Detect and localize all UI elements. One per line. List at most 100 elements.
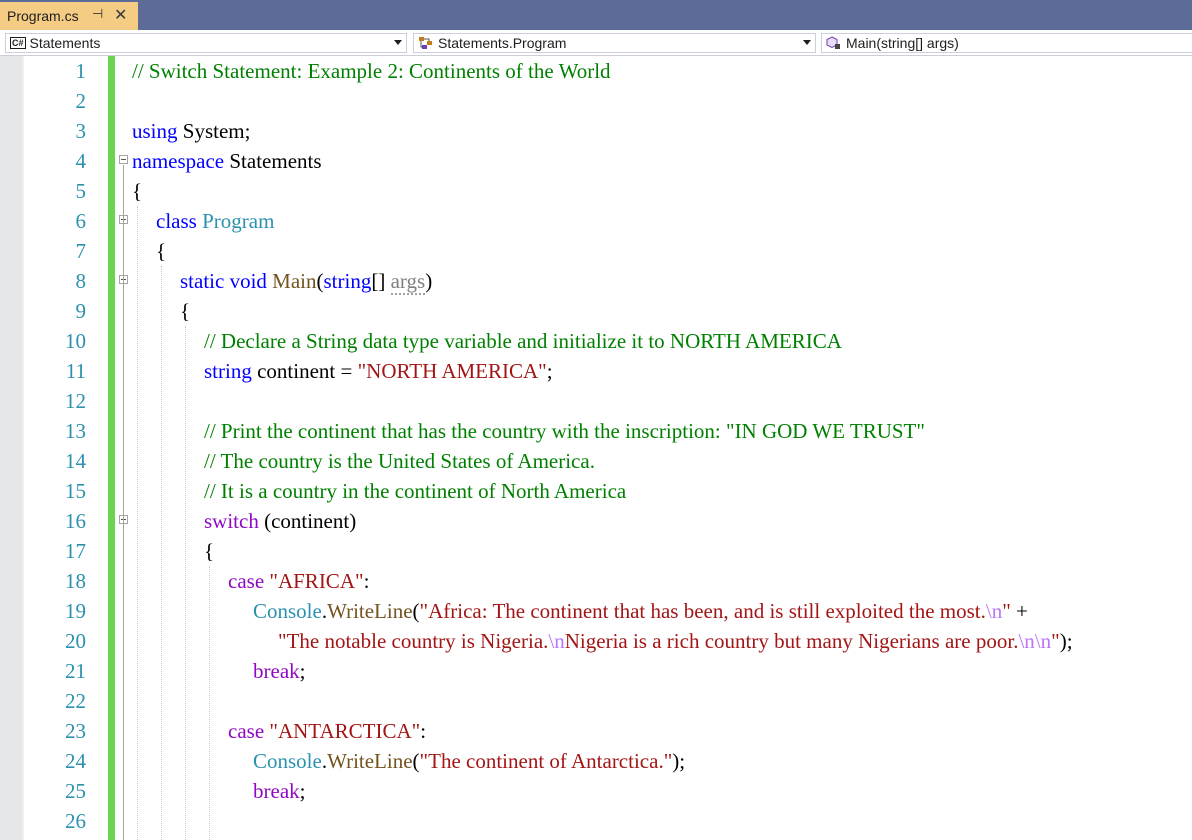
code-token: ( <box>316 269 324 293</box>
project-dropdown[interactable]: C# Statements <box>5 33 407 53</box>
code-token: [] <box>371 269 391 293</box>
code-line[interactable]: 18 case "AFRICA": <box>0 566 1192 596</box>
type-dropdown-value: Statements.Program <box>438 35 567 51</box>
code-text: // Declare a String data type variable a… <box>204 326 842 356</box>
line-number: 5 <box>75 179 87 203</box>
code-token: Console <box>253 749 322 773</box>
code-token: \n\n <box>1018 629 1052 653</box>
line-number: 3 <box>75 119 87 143</box>
code-line[interactable]: 25 break; <box>0 776 1192 806</box>
line-number: 19 <box>65 599 86 623</box>
code-token: ) <box>425 269 433 293</box>
code-line[interactable]: 5{ <box>0 176 1192 206</box>
chevron-down-icon[interactable] <box>394 40 402 45</box>
indent-guide <box>161 266 162 840</box>
code-line[interactable]: 10 // Declare a String data type variable… <box>0 326 1192 356</box>
code-token: using <box>132 119 178 143</box>
code-line[interactable]: 21 break; <box>0 656 1192 686</box>
csharp-project-icon: C# <box>10 37 26 49</box>
line-number: 26 <box>65 809 86 833</box>
pin-icon[interactable]: ⊣ <box>92 6 103 22</box>
code-line[interactable]: 4 namespace Statements <box>0 146 1192 176</box>
code-text: { <box>204 536 214 566</box>
code-token: " <box>1002 599 1011 623</box>
member-dropdown-value: Main(string[] args) <box>846 35 959 51</box>
code-token: "NORTH AMERICA" <box>357 359 547 383</box>
code-text: class Program <box>156 206 274 236</box>
code-text: string continent = "NORTH AMERICA"; <box>204 356 553 386</box>
tab-program-cs[interactable]: Program.cs ⊣ ✕ <box>0 2 138 30</box>
code-line[interactable]: 15 // It is a country in the continent of… <box>0 476 1192 506</box>
type-dropdown[interactable]: Statements.Program <box>413 33 816 53</box>
code-token: // It is a country in the continent of N… <box>204 479 627 503</box>
code-text: { <box>132 176 142 206</box>
line-number: 23 <box>65 719 86 743</box>
code-editor[interactable]: 1 // Switch Statement: Example 2: Contine… <box>0 56 1192 840</box>
line-number: 18 <box>65 569 86 593</box>
code-token: { <box>156 239 167 263</box>
code-token: WriteLine <box>327 599 413 623</box>
code-token: + <box>1010 599 1028 623</box>
code-token: string <box>323 269 372 293</box>
code-text: // It is a country in the continent of N… <box>204 476 626 506</box>
code-token: Statements <box>224 149 322 173</box>
code-text: // Print the continent that has the coun… <box>204 416 925 446</box>
code-line[interactable]: 17 { <box>0 536 1192 566</box>
code-token: static <box>180 269 225 293</box>
code-line[interactable]: 24 Console.WriteLine("The continent of An… <box>0 746 1192 776</box>
code-line[interactable]: 8 static void Main(string[] args) <box>0 266 1192 296</box>
code-token: args <box>390 269 426 295</box>
code-token: void <box>229 269 267 293</box>
line-number: 11 <box>65 359 86 383</box>
code-line[interactable]: 23 case "ANTARCTICA": <box>0 716 1192 746</box>
navigation-bar: C# Statements Statements.Program Main(st… <box>0 30 1192 56</box>
code-line[interactable]: 2 <box>0 86 1192 116</box>
code-line[interactable]: 20 "The notable country is Nigeria.\nNige… <box>0 626 1192 656</box>
line-number: 9 <box>75 299 87 323</box>
code-token: ); <box>1059 629 1073 653</box>
tab-title: Program.cs <box>7 8 79 24</box>
code-token: "AFRICA" <box>269 569 364 593</box>
code-line[interactable]: 19 Console.WriteLine("Africa: The contine… <box>0 596 1192 626</box>
code-line[interactable]: 9{ <box>0 296 1192 326</box>
code-token: "The notable country is Nigeria. <box>278 629 549 653</box>
code-token: " <box>1051 629 1060 653</box>
code-token: ; <box>546 359 553 383</box>
line-number: 6 <box>75 209 87 233</box>
line-number: 10 <box>65 329 86 353</box>
line-number: 4 <box>75 149 87 173</box>
line-number: 24 <box>65 749 86 773</box>
code-line[interactable]: 11 string continent = "NORTH AMERICA"; <box>0 356 1192 386</box>
code-token: case <box>228 569 265 593</box>
code-line[interactable]: 7{ <box>0 236 1192 266</box>
close-icon[interactable]: ✕ <box>114 5 127 25</box>
collapse-icon[interactable] <box>119 155 128 164</box>
indent-guide <box>137 206 138 840</box>
code-line[interactable]: 13 // Print the continent that has the co… <box>0 416 1192 446</box>
line-number: 14 <box>65 449 86 473</box>
code-text: // The country is the United States of A… <box>204 446 595 476</box>
code-line[interactable]: 26 <box>0 806 1192 836</box>
code-token: string <box>204 359 252 383</box>
code-line[interactable]: 14 // The country is the United States of… <box>0 446 1192 476</box>
chevron-down-icon[interactable] <box>803 40 811 45</box>
code-token: // Switch Statement: Example 2: Continen… <box>132 59 611 83</box>
indent-guide <box>209 566 210 840</box>
code-text: static void Main(string[] args) <box>180 266 432 296</box>
code-line[interactable]: 6 class Program <box>0 206 1192 236</box>
code-line[interactable]: 16 switch (continent) <box>0 506 1192 536</box>
code-token: Console <box>253 599 322 623</box>
code-text: switch (continent) <box>204 506 356 536</box>
code-token: { <box>180 299 191 323</box>
code-line[interactable]: 22 <box>0 686 1192 716</box>
code-line[interactable]: 3 using System; <box>0 116 1192 146</box>
project-dropdown-value: Statements <box>29 35 101 51</box>
code-text: "The notable country is Nigeria.\nNigeri… <box>278 626 1073 656</box>
code-token: "ANTARCTICA" <box>269 719 421 743</box>
code-line[interactable]: 1 // Switch Statement: Example 2: Contine… <box>0 56 1192 86</box>
line-number: 2 <box>75 89 87 113</box>
member-dropdown[interactable]: Main(string[] args) <box>821 33 1192 53</box>
code-token: Main <box>272 269 317 293</box>
indent-guide <box>185 326 186 840</box>
code-line[interactable]: 12 <box>0 386 1192 416</box>
